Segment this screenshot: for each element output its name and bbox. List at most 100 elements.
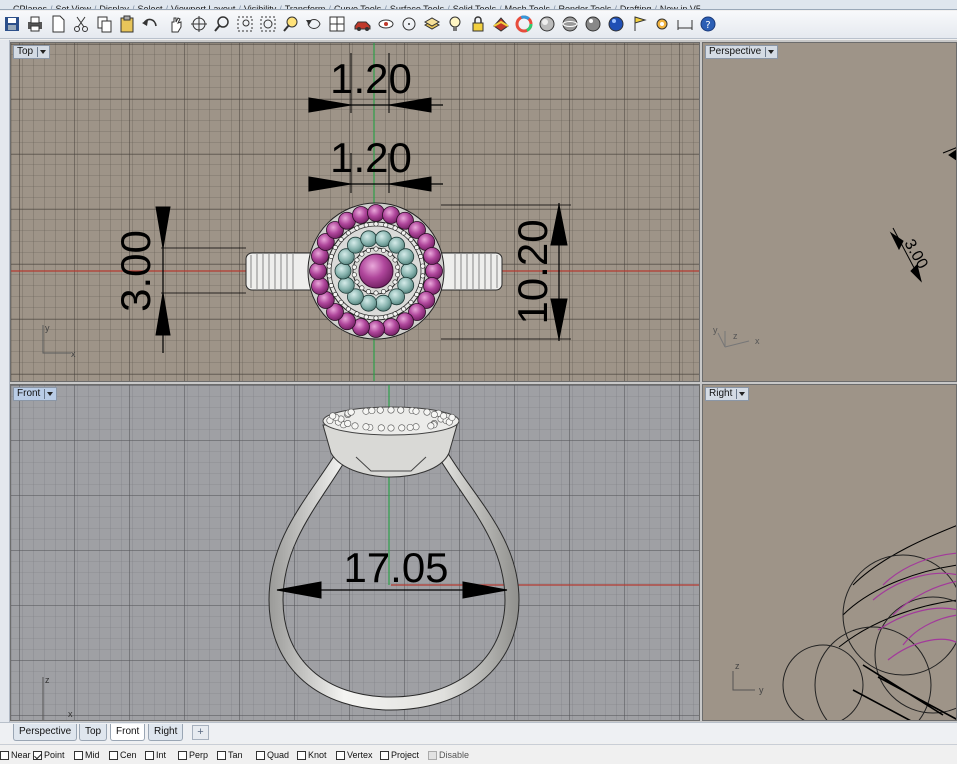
pan-hand-icon[interactable]	[166, 14, 186, 34]
copy-icon[interactable]	[94, 14, 114, 34]
osnap-cen[interactable]: Cen	[109, 750, 137, 760]
color-wheel-icon[interactable]	[514, 14, 534, 34]
tab-front[interactable]: Front	[110, 724, 146, 741]
pink-halo-gem	[311, 277, 329, 295]
osnap-point[interactable]: Point	[33, 750, 65, 760]
osnap-checkbox[interactable]	[0, 750, 9, 760]
osnap-disable[interactable]: Disable	[428, 750, 469, 760]
front-bead	[440, 412, 448, 420]
prong-bead	[359, 251, 365, 257]
viewport-menu-arrow-icon[interactable]	[44, 389, 54, 399]
toolbar-tab-display[interactable]: Display	[96, 5, 132, 10]
flag-icon[interactable]	[629, 14, 649, 34]
light-icon[interactable]	[445, 14, 465, 34]
prong-bead	[373, 221, 379, 227]
toolbar-tab-transform[interactable]: Transform	[282, 5, 329, 10]
osnap-near[interactable]: Near	[0, 750, 31, 760]
viewport-menu-arrow-icon[interactable]	[37, 47, 47, 57]
prong-bead	[420, 273, 426, 279]
prong-bead	[328, 283, 334, 289]
add-tab-icon[interactable]: +	[192, 725, 209, 740]
osnap-checkbox[interactable]	[297, 750, 306, 760]
osnap-project[interactable]: Project	[380, 750, 419, 760]
osnap-checkbox[interactable]	[178, 750, 187, 760]
blue-sphere-icon[interactable]	[606, 14, 626, 34]
toolbar-tab-set-view[interactable]: Set View	[53, 5, 94, 10]
car-icon[interactable]	[353, 14, 373, 34]
zoom-selected-icon[interactable]	[281, 14, 301, 34]
viewport-perspective[interactable]: Perspective 3.00 z x y	[702, 42, 957, 382]
tab-right[interactable]: Right	[148, 724, 184, 741]
print-icon[interactable]	[25, 14, 45, 34]
new-icon[interactable]	[48, 14, 68, 34]
zoom-extents-icon[interactable]	[258, 14, 278, 34]
toolbar-tab-surface-tools[interactable]: Surface Tools	[387, 5, 447, 10]
osnap-quad[interactable]: Quad	[256, 750, 289, 760]
viewport-right[interactable]: Right z y	[702, 384, 957, 721]
osnap-checkbox[interactable]	[33, 750, 42, 760]
rotate-view-icon[interactable]	[189, 14, 209, 34]
zoom-icon[interactable]	[212, 14, 232, 34]
osnap-checkbox[interactable]	[109, 750, 118, 760]
layer-icon[interactable]	[422, 14, 442, 34]
pink-halo-gem	[367, 320, 385, 338]
osnap-tan[interactable]: Tan	[217, 750, 243, 760]
save-icon[interactable]	[2, 14, 22, 34]
viewport-title-right[interactable]: Right	[705, 387, 750, 401]
zoom-window-icon[interactable]	[235, 14, 255, 34]
toolbar-tab-cplanes[interactable]: CPlanes	[10, 5, 50, 10]
viewport-top[interactable]: Top 1.20 1.20 3.00 10.20 y x	[10, 42, 700, 382]
viewport-title-label: Right	[709, 388, 733, 399]
toolbar-tab-curve-tools[interactable]: Curve Tools	[331, 5, 384, 10]
osnap-checkbox[interactable]	[380, 750, 389, 760]
viewport-front[interactable]: Front 17.05 z x	[10, 384, 700, 721]
toolbar-tab-solid-tools[interactable]: Solid Tools	[450, 5, 499, 10]
lock-icon[interactable]	[468, 14, 488, 34]
help-icon[interactable]: ?	[698, 14, 718, 34]
viewport-title-top[interactable]: Top	[13, 45, 51, 59]
rendered-sphere-icon[interactable]	[583, 14, 603, 34]
osnap-checkbox[interactable]	[256, 750, 265, 760]
osnap-int[interactable]: Int	[145, 750, 166, 760]
eye-icon[interactable]	[376, 14, 396, 34]
osnap-vertex[interactable]: Vertex	[336, 750, 373, 760]
undo-view-icon[interactable]	[304, 14, 324, 34]
gear-options-icon[interactable]	[652, 14, 672, 34]
axis-label-persp-z: z	[733, 331, 738, 341]
toolbar-tab-viewport-layout[interactable]: Viewport Layout	[168, 5, 238, 10]
osnap-checkbox[interactable]	[145, 750, 154, 760]
render-sphere-icon[interactable]	[560, 14, 580, 34]
osnap-mid[interactable]: Mid	[74, 750, 100, 760]
viewport-title-perspective[interactable]: Perspective	[705, 45, 779, 59]
cut-icon[interactable]	[71, 14, 91, 34]
tab-perspective[interactable]: Perspective	[13, 724, 78, 741]
four-viewports-icon[interactable]	[327, 14, 347, 34]
osnap-knot[interactable]: Knot	[297, 750, 327, 760]
material-icon[interactable]	[491, 14, 511, 34]
osnap-checkbox[interactable]	[74, 750, 83, 760]
toolbar-tab-new-in-v5[interactable]: New in V5	[657, 5, 704, 10]
osnap-label: Knot	[308, 750, 327, 760]
toolbar-tab-visibility[interactable]: Visibility	[241, 5, 279, 10]
osnap-label: Project	[391, 750, 420, 760]
undo-icon[interactable]	[140, 14, 160, 34]
viewport-menu-arrow-icon[interactable]	[765, 47, 775, 57]
prong-bead	[338, 237, 344, 243]
toolbar-tab-render-tools[interactable]: Render Tools	[555, 5, 614, 10]
osnap-checkbox[interactable]	[428, 750, 437, 760]
circle-curve-icon[interactable]	[399, 14, 419, 34]
viewport-title-front[interactable]: Front	[13, 387, 58, 401]
osnap-checkbox[interactable]	[217, 750, 226, 760]
toolbar-tab-drafting[interactable]: Drafting	[617, 5, 655, 10]
osnap-checkbox[interactable]	[336, 750, 345, 760]
osnap-perp[interactable]: Perp	[178, 750, 208, 760]
toolbar-tab-mesh-tools[interactable]: Mesh Tools	[502, 5, 553, 10]
rhino-window: CPlanes / Set View / Display / Select / Viewport…	[0, 0, 957, 764]
shaded-sphere-icon[interactable]	[537, 14, 557, 34]
toolbar-tab-select[interactable]: Select	[134, 5, 165, 10]
dimension-icon[interactable]	[675, 14, 695, 34]
viewport-menu-arrow-icon[interactable]	[736, 389, 746, 399]
paste-icon[interactable]	[117, 14, 137, 34]
tab-top[interactable]: Top	[79, 724, 108, 741]
front-bead	[448, 413, 456, 421]
